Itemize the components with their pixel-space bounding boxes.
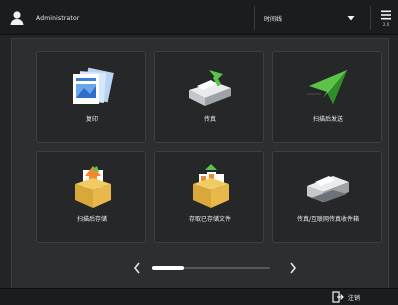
tile-label: 传真/互联网传真收件箱: [296, 216, 360, 223]
user-area[interactable]: Administrator: [8, 8, 80, 28]
tile-access-stored[interactable]: 存取已存储文件: [154, 151, 264, 243]
logout-button[interactable]: 注销: [332, 291, 360, 303]
user-name: Administrator: [36, 14, 80, 22]
pager-track: [152, 266, 270, 270]
page-indicator: [132, 261, 302, 275]
top-bar: Administrator 时间线 2.0: [0, 0, 398, 35]
tile-label: 传真: [203, 116, 216, 123]
box-open-icon: [193, 164, 229, 208]
tile-fax[interactable]: 传真: [154, 51, 264, 143]
tile-label: 扫描后存储: [76, 216, 107, 223]
box-icon: [75, 166, 111, 208]
dropdown-value: 时间线: [264, 15, 283, 23]
user-icon: [10, 11, 24, 25]
divider: [370, 6, 371, 30]
pager-thumb: [152, 266, 184, 270]
chevron-down-icon: [347, 16, 355, 21]
fax-inbox-icon: [307, 176, 349, 202]
tile-copy[interactable]: 复印: [36, 51, 146, 143]
chevron-right-icon[interactable]: [288, 261, 298, 275]
paper-plane-icon: [307, 70, 347, 104]
bottom-bar: 注销: [0, 288, 398, 305]
chevron-left-icon[interactable]: [132, 261, 142, 275]
home-panel: 复印 传真 扫描后发送 扫描后存储 存取已存储文件 传真/互联网传真收件箱: [11, 38, 389, 290]
tile-scan-store[interactable]: 扫描后存储: [36, 151, 146, 243]
tile-fax-inbox[interactable]: 传真/互联网传真收件箱: [272, 151, 382, 243]
tile-label: 扫描后发送: [312, 116, 343, 123]
timeline-dropdown[interactable]: 时间线: [254, 6, 366, 30]
copy-icon: [73, 67, 114, 104]
fax-icon: [189, 70, 231, 106]
tile-label: 复印: [85, 116, 98, 123]
menu-caption: 2.0: [382, 22, 390, 27]
tile-label: 存取已存储文件: [188, 216, 231, 223]
logout-label: 注销: [348, 294, 361, 302]
menu-button[interactable]: 2.0: [377, 6, 395, 30]
logout-icon: [332, 291, 344, 303]
menu-icon: [381, 10, 391, 20]
tile-scan-send[interactable]: 扫描后发送: [272, 51, 382, 143]
